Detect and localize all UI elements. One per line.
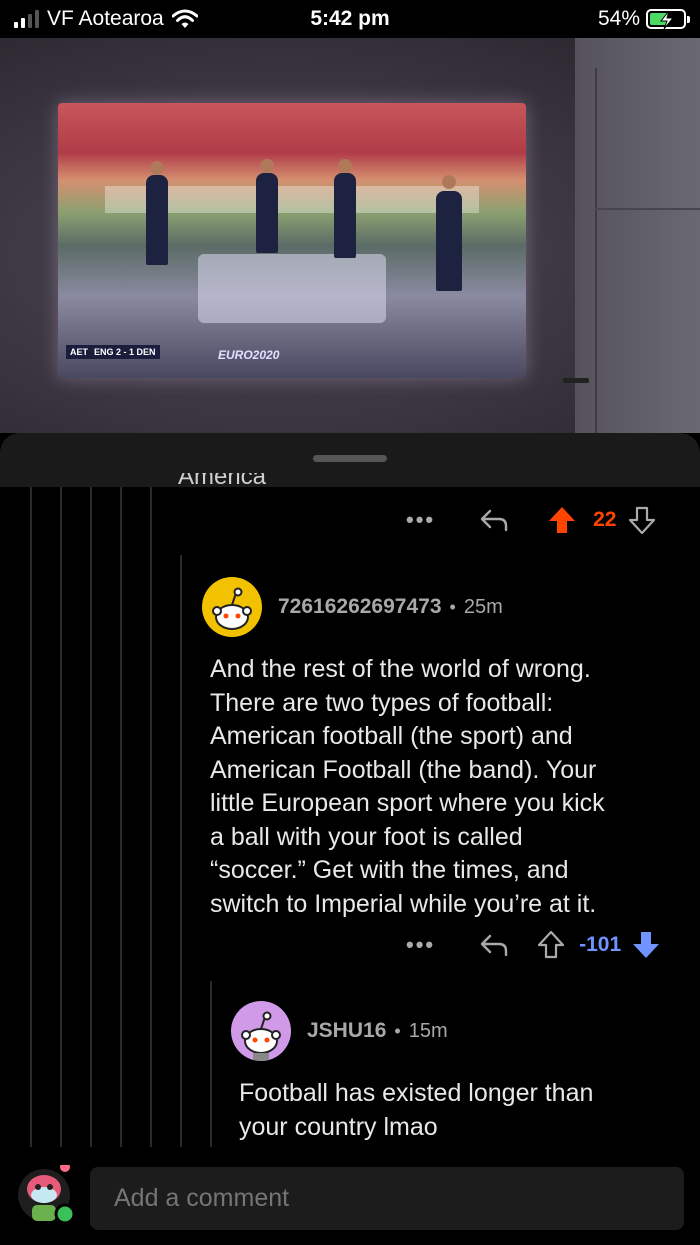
separator-dot: • (449, 596, 456, 617)
pundit-figure (436, 191, 462, 291)
door-panel-line (595, 208, 700, 210)
pundit-head (260, 159, 274, 173)
comment-line: And the rest of the world of wrong. (210, 655, 591, 683)
scoreboard-aet: AET (70, 347, 88, 357)
comment-body: And the rest of the world of wrong. Ther… (210, 653, 605, 921)
more-options-button[interactable]: ••• (406, 932, 435, 958)
reply-icon[interactable] (479, 507, 509, 533)
parent-comment-text-clipped: America (178, 473, 267, 487)
comment-composer-bar (0, 1153, 700, 1245)
downvote-icon[interactable] (631, 930, 661, 960)
reply-icon[interactable] (479, 932, 509, 958)
sheet-header (0, 433, 700, 487)
username[interactable]: JSHU16 (307, 1019, 386, 1043)
comment-time: 25m (463, 595, 503, 618)
clock: 5:42 pm (310, 7, 390, 30)
comment-header: 72616262697473 • 25m (202, 577, 503, 637)
pundit-head (150, 161, 164, 175)
downvote-icon[interactable] (628, 505, 656, 535)
thread-line[interactable] (90, 487, 92, 1147)
comment-line: “soccer.” Get with the times, and (210, 856, 569, 884)
comment-line: a ball with your foot is called (210, 822, 523, 851)
upvote-icon[interactable] (547, 505, 577, 535)
door-edge (595, 68, 597, 433)
post-image[interactable]: AET ENG 2 - 1 DEN EURO2020 (0, 38, 700, 433)
comment-score: 22 (593, 508, 617, 531)
thread-line[interactable] (30, 487, 32, 1147)
comment-line: little European sport where you kick (210, 789, 605, 817)
pundit-head (338, 159, 352, 173)
thread-line[interactable] (60, 487, 62, 1147)
status-bar: VF Aotearoa 5:42 pm 54% (0, 0, 700, 38)
battery-charging-icon (646, 9, 690, 30)
thread-line[interactable] (180, 555, 182, 1147)
user-avatar[interactable] (202, 577, 262, 637)
user-avatar[interactable] (231, 1001, 291, 1061)
scoreboard: AET ENG 2 - 1 DEN (66, 345, 160, 359)
sheet-grabber[interactable] (313, 455, 387, 462)
thread-line[interactable] (120, 487, 122, 1147)
comment-line: your country lmao (239, 1112, 438, 1141)
comments-sheet: America ••• 22 72616262697473 • 25m And … (0, 433, 700, 1245)
studio-desk (198, 254, 386, 323)
comment-line: American football (the sport) and (210, 722, 573, 750)
comment-line: Football has existed longer than (239, 1079, 594, 1107)
pundit-figure (256, 173, 278, 253)
wall (575, 38, 700, 433)
comment-time: 15m (408, 1019, 448, 1042)
tv-screen: AET ENG 2 - 1 DEN EURO2020 (58, 103, 526, 378)
parent-comment-actions: ••• 22 (406, 505, 656, 535)
comment-line: switch to Imperial while you’re at it. (210, 889, 597, 918)
more-options-button[interactable]: ••• (406, 507, 435, 533)
comment-score: -101 (579, 933, 622, 956)
username[interactable]: 72616262697473 (278, 595, 442, 619)
battery-percent: 54% (597, 7, 640, 30)
euro-logo: EURO2020 (218, 348, 280, 362)
pundit-head (442, 175, 456, 189)
my-avatar[interactable] (16, 1162, 76, 1225)
pundit-figure (146, 175, 168, 265)
scoreboard-score: ENG 2 - 1 DEN (94, 347, 156, 357)
comment-line: American Football (the band). Your (210, 755, 597, 784)
comment-actions: ••• -101 (406, 930, 661, 960)
comment-header: JSHU16 • 15m (231, 1001, 448, 1061)
pundit-figure (334, 173, 356, 258)
comment-input[interactable] (90, 1167, 684, 1230)
door-handle (563, 378, 589, 383)
thread-line[interactable] (150, 487, 152, 1147)
upvote-icon[interactable] (537, 930, 565, 960)
comment-line: There are two types of football: (210, 688, 554, 717)
thread-line[interactable] (210, 981, 212, 1147)
separator-dot: • (394, 1020, 401, 1041)
comment-body: Football has existed longer than your co… (239, 1077, 593, 1144)
